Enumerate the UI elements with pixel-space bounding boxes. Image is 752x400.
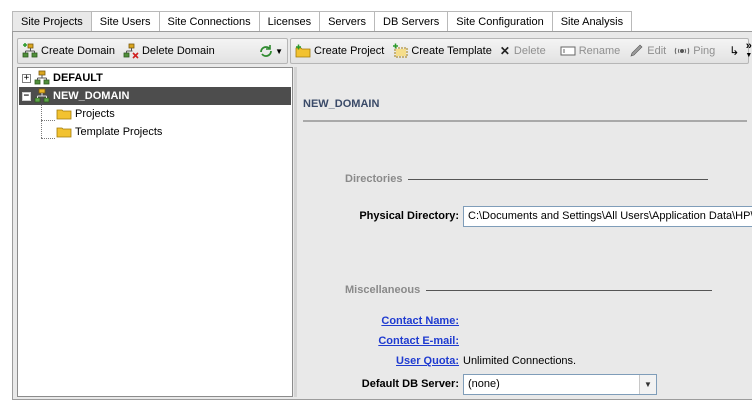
move-button[interactable]: ↳ bbox=[725, 40, 743, 62]
more-tools-button[interactable]: » ▼ bbox=[743, 40, 752, 62]
tab-site-projects[interactable]: Site Projects bbox=[13, 11, 92, 32]
physical-directory-field[interactable]: C:\Documents and Settings\All Users\Appl… bbox=[463, 206, 752, 227]
domain-toolbar: Create Domain Delete Domain ▼ bbox=[17, 38, 288, 64]
domain-icon bbox=[34, 88, 50, 104]
edit-label: Edit bbox=[647, 45, 667, 57]
rename-icon bbox=[560, 43, 576, 59]
section-directories: Directories bbox=[345, 173, 709, 185]
section-divider bbox=[408, 178, 709, 180]
ping-label: Ping bbox=[693, 45, 716, 57]
folder-icon bbox=[56, 124, 72, 140]
tab-site-configuration[interactable]: Site Configuration bbox=[448, 11, 553, 32]
create-project-button[interactable]: Create Project bbox=[291, 40, 388, 62]
user-quota-value: Unlimited Connections. bbox=[463, 355, 577, 367]
default-db-server-select[interactable]: (none) ▼ bbox=[463, 374, 657, 395]
more-tools-chevron-icon: ▼ bbox=[745, 52, 752, 59]
tree-item-label: Template Projects bbox=[75, 126, 163, 138]
project-toolbar: Create Project Create Template ✕ Delete … bbox=[290, 38, 752, 64]
tree-item-default[interactable]: + DEFAULT bbox=[22, 69, 290, 87]
rename-button[interactable]: Rename bbox=[556, 40, 625, 62]
chevron-down-icon: ▼ bbox=[275, 46, 283, 56]
domain-details: NEW_DOMAIN Directories Physical Director… bbox=[297, 67, 752, 397]
site-projects-panel: Create Domain Delete Domain ▼ Create Pro… bbox=[12, 31, 752, 400]
tab-bar-fill bbox=[632, 11, 708, 32]
domain-tree[interactable]: + DEFAULT − NEW_DOMAIN Projects Template… bbox=[17, 67, 293, 397]
create-domain-button[interactable]: Create Domain bbox=[18, 40, 119, 62]
user-quota-label[interactable]: User Quota: bbox=[297, 355, 459, 367]
tab-bar: Site Projects Site Users Site Connection… bbox=[0, 0, 752, 32]
refresh-button[interactable]: ▼ bbox=[254, 40, 287, 62]
section-divider bbox=[426, 289, 713, 291]
physical-directory-label: Physical Directory: bbox=[359, 210, 459, 222]
tabs: Site Projects Site Users Site Connection… bbox=[12, 11, 708, 32]
domain-icon bbox=[34, 70, 50, 86]
create-template-button[interactable]: Create Template bbox=[388, 40, 496, 62]
ping-icon bbox=[674, 43, 690, 59]
tree-item-label: Projects bbox=[75, 108, 115, 120]
tab-servers[interactable]: Servers bbox=[320, 11, 375, 32]
section-directories-label: Directories bbox=[345, 173, 403, 185]
collapse-icon[interactable]: − bbox=[22, 91, 31, 101]
tree-item-label: NEW_DOMAIN bbox=[53, 90, 130, 102]
tab-licenses[interactable]: Licenses bbox=[259, 11, 321, 32]
tab-site-analysis[interactable]: Site Analysis bbox=[552, 11, 633, 32]
tree-item-template-projects[interactable]: Template Projects bbox=[56, 123, 162, 141]
refresh-icon bbox=[258, 43, 274, 59]
user-quota-link[interactable]: User Quota: bbox=[396, 355, 459, 367]
tree-item-projects[interactable]: Projects bbox=[56, 105, 115, 123]
create-domain-icon bbox=[22, 43, 38, 59]
delete-icon: ✕ bbox=[499, 44, 510, 58]
contact-email-link[interactable]: Contact E-mail: bbox=[378, 335, 459, 347]
tab-site-users[interactable]: Site Users bbox=[91, 11, 160, 32]
folder-icon bbox=[56, 106, 72, 122]
default-db-server-label: Default DB Server: bbox=[361, 378, 459, 390]
title-divider bbox=[303, 120, 747, 122]
tab-db-servers[interactable]: DB Servers bbox=[375, 11, 449, 32]
ping-button[interactable]: Ping bbox=[670, 40, 719, 62]
delete-label: Delete bbox=[513, 45, 546, 57]
contact-email-label[interactable]: Contact E-mail: bbox=[297, 335, 459, 347]
expand-icon[interactable]: + bbox=[22, 73, 31, 83]
delete-domain-label: Delete Domain bbox=[141, 45, 215, 57]
chevron-down-icon[interactable]: ▼ bbox=[639, 375, 656, 394]
more-tools-label: » bbox=[745, 40, 752, 52]
tree-connector bbox=[41, 138, 55, 139]
contact-name-link[interactable]: Contact Name: bbox=[381, 315, 459, 327]
create-template-label: Create Template bbox=[411, 45, 492, 57]
default-db-server-value: (none) bbox=[468, 378, 500, 390]
tree-connector bbox=[41, 120, 55, 121]
pencil-icon bbox=[628, 43, 644, 59]
section-miscellaneous-label: Miscellaneous bbox=[345, 284, 421, 296]
delete-domain-icon bbox=[123, 43, 139, 59]
create-project-icon bbox=[295, 43, 311, 59]
tree-item-label: DEFAULT bbox=[53, 72, 103, 84]
create-project-label: Create Project bbox=[314, 45, 385, 57]
delete-domain-button[interactable]: Delete Domain bbox=[119, 40, 219, 62]
tab-site-connections[interactable]: Site Connections bbox=[159, 11, 260, 32]
delete-button[interactable]: ✕ Delete bbox=[496, 40, 550, 62]
create-template-icon bbox=[392, 43, 408, 59]
contact-name-label[interactable]: Contact Name: bbox=[297, 315, 459, 327]
section-miscellaneous: Miscellaneous bbox=[345, 284, 713, 296]
edit-button[interactable]: Edit bbox=[624, 40, 670, 62]
arrow-right-icon: ↳ bbox=[729, 44, 740, 58]
create-domain-label: Create Domain bbox=[41, 45, 115, 57]
rename-label: Rename bbox=[578, 45, 621, 57]
tree-item-new-domain[interactable]: − NEW_DOMAIN bbox=[19, 87, 291, 105]
details-title: NEW_DOMAIN bbox=[303, 98, 380, 110]
